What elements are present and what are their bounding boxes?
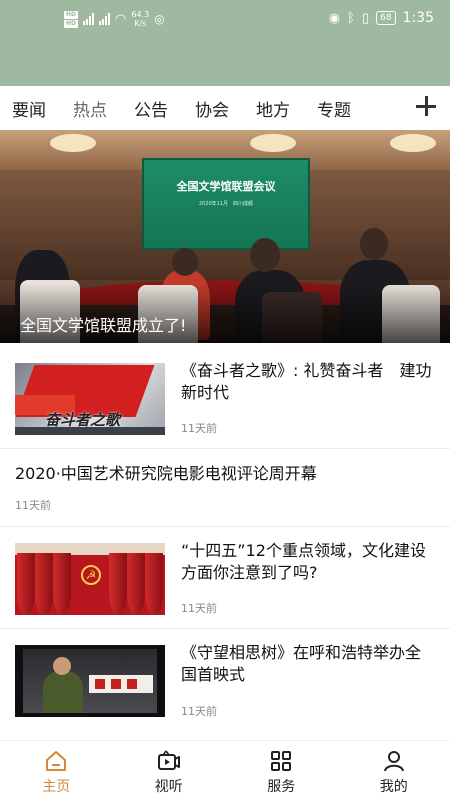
tab-yaowen[interactable]: 要闻 <box>12 96 46 121</box>
category-tabs: 要闻 热点 公告 协会 地方 专题 <box>0 86 378 130</box>
news-thumbnail[interactable]: 奋斗者之歌 <box>15 363 165 435</box>
video-icon <box>157 750 180 770</box>
conference-screen: 全国文学馆联盟会议 2020年11月 四川成都 <box>142 158 310 250</box>
nav-label: 服务 <box>267 779 296 795</box>
tab-zhuanti[interactable]: 专题 <box>317 96 351 121</box>
grid-icon <box>271 751 292 771</box>
news-thumbnail[interactable]: ☭ <box>15 543 165 615</box>
app-notification-icon: ◎ <box>154 12 165 26</box>
thumb-flag <box>35 553 53 615</box>
screen-subtitle: 2020年11月 四川成都 <box>198 201 254 207</box>
bluetooth-icon: ᛒ <box>347 10 355 26</box>
ceiling-light <box>50 134 96 152</box>
thumb-bar <box>15 427 165 435</box>
news-time: 11天前 <box>181 422 217 435</box>
news-title[interactable]: “十四五”12个重点领域，文化建设方面你注意到了吗? <box>181 540 433 584</box>
attendee-head <box>172 248 198 276</box>
signal-icon <box>83 13 95 25</box>
status-left: HD HD ◠ 64.3 K/s ◎ <box>64 10 165 28</box>
attendee-head <box>250 238 280 272</box>
status-right: ◉ ᛒ ▯ 68 1:35 <box>329 10 434 26</box>
thumb-figure <box>43 671 83 713</box>
home-icon <box>46 751 67 771</box>
category-tabbar: 要闻 热点 公告 协会 地方 专题 <box>0 86 450 130</box>
nav-mine[interactable]: 我的 <box>338 741 450 800</box>
nav-label: 我的 <box>379 779 408 795</box>
wifi-icon: ◠ <box>115 11 127 27</box>
news-thumbnail[interactable] <box>15 645 165 717</box>
tab-gonggao[interactable]: 公告 <box>134 96 168 121</box>
add-channel-icon[interactable] <box>416 94 436 118</box>
screen-title: 全国文学馆联盟会议 <box>176 180 276 193</box>
nav-home[interactable]: 主页 <box>0 741 113 800</box>
news-time: 11天前 <box>181 705 217 718</box>
tab-redian[interactable]: 热点 <box>73 96 107 121</box>
divider <box>0 628 450 629</box>
thumb-face <box>53 657 71 675</box>
nav-label: 主页 <box>42 779 71 795</box>
ceiling-light <box>250 134 296 152</box>
news-title[interactable]: 《守望相思树》在呼和浩特举办全国首映式 <box>181 642 433 686</box>
tab-fade <box>392 86 408 130</box>
news-time: 11天前 <box>15 499 51 512</box>
network-speed: 64.3 K/s <box>131 10 150 28</box>
signal-icon-2 <box>99 13 111 25</box>
thumb-sign <box>89 675 153 693</box>
divider <box>0 448 450 449</box>
tab-xiehui[interactable]: 协会 <box>195 96 229 121</box>
person-icon <box>383 751 404 772</box>
attendee-head <box>360 228 388 260</box>
battery-icon: 68 <box>376 11 396 25</box>
vibrate-icon: ▯ <box>361 10 370 26</box>
emblem-icon: ☭ <box>81 565 101 585</box>
thumb-flag <box>145 553 163 615</box>
clock: 1:35 <box>402 10 434 26</box>
thumb-flag <box>53 553 71 615</box>
nav-video[interactable]: 视听 <box>113 741 226 800</box>
thumb-flag <box>127 553 145 615</box>
hd-icon: HD HD <box>64 10 79 28</box>
bottom-nav: 主页 视听 服务 我的 <box>0 740 450 800</box>
thumb-flag <box>109 553 127 615</box>
banner[interactable]: 全国文学馆联盟会议 2020年11月 四川成都 全国文学馆联盟成立了! <box>0 130 450 343</box>
thumb-flag <box>17 553 35 615</box>
nav-services[interactable]: 服务 <box>225 741 338 800</box>
status-bar: HD HD ◠ 64.3 K/s ◎ ◉ ᛒ ▯ 68 1:35 <box>0 0 450 86</box>
banner-caption[interactable]: 全国文学馆联盟成立了! <box>20 312 186 336</box>
tab-difang[interactable]: 地方 <box>256 96 290 121</box>
news-title[interactable]: 《奋斗者之歌》: 礼赞奋斗者 建功新时代 <box>181 360 433 404</box>
news-time: 11天前 <box>181 602 217 615</box>
ceiling-light <box>390 134 436 152</box>
divider <box>0 526 450 527</box>
eye-icon: ◉ <box>328 10 341 26</box>
news-title[interactable]: 2020·中国艺术研究院电影电视评论周开幕 <box>15 463 435 485</box>
nav-label: 视听 <box>154 779 183 795</box>
